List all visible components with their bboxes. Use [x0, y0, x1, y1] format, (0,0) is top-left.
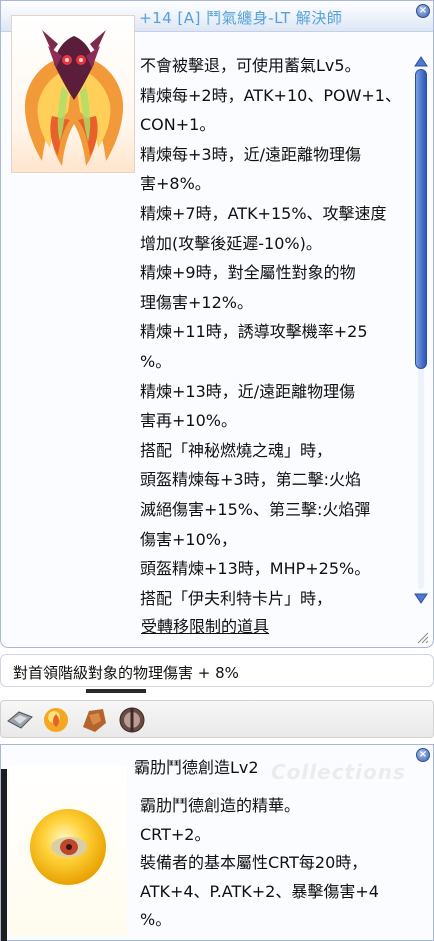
- collections-watermark: Collections: [271, 760, 406, 784]
- description-line: 精煉每+3時，近/遠距離物理傷: [140, 144, 361, 164]
- description-line: ATK+4、P.ATK+2、暴擊傷害+4: [140, 881, 379, 901]
- ore-slot-icon[interactable]: [79, 705, 109, 735]
- description-line: 搭配「伊夫利特卡片」時，: [140, 588, 333, 608]
- card-info-window: × 霸肋鬥德創造Lv2 Collections 霸肋鬥德創造的精華。 CRT+2…: [0, 744, 434, 941]
- description-line: 頭盔精煉每+3時，第二擊:火焰: [140, 470, 361, 490]
- description-line: 精煉+7時，ATK+15%、攻擊速度: [140, 203, 387, 223]
- description-line: %。: [140, 351, 172, 371]
- description-line: 裝備者的基本屬性CRT每20時，: [140, 853, 368, 873]
- description-line: 頭盔精煉+13時，MHP+25%。: [140, 559, 371, 579]
- description-line: CON+1。: [140, 115, 216, 135]
- description-line: 不會被擊退，可使用蓄氣Lv5。: [140, 56, 361, 75]
- item-illustration: [11, 15, 135, 173]
- sphere-slot-icon[interactable]: [117, 705, 147, 735]
- description-line: 精煉+11時，誘導攻擊機率+25: [140, 322, 368, 342]
- description-line: 霸肋鬥德創造的精華。: [140, 796, 301, 815]
- card-slot-bar: [0, 700, 434, 738]
- close-icon[interactable]: ×: [416, 4, 430, 18]
- description-line: 傷害+10%，: [140, 529, 237, 549]
- transfer-restriction-link[interactable]: 受轉移限制的道具: [141, 613, 269, 637]
- description-line: 搭配「神秘燃燒之魂」時，: [140, 440, 333, 460]
- description-line: 害+8%。: [140, 174, 211, 194]
- option-divider: [86, 689, 146, 693]
- fire-orb-slot-icon[interactable]: [41, 705, 71, 735]
- gem-slot-icon[interactable]: [5, 705, 35, 735]
- description-line: CRT+2。: [140, 824, 211, 844]
- description-line: 理傷害+12%。: [140, 292, 253, 312]
- description-line: 害再+10%。: [140, 411, 237, 431]
- description-line: 增加(攻擊後延遲-10%)。: [140, 233, 322, 253]
- card-description: 霸肋鬥德創造的精華。 CRT+2。 裝備者的基本屬性CRT每20時， ATK+4…: [140, 792, 420, 935]
- description-line: 滅絕傷害+15%、第三擊:火焰彈: [140, 499, 371, 519]
- card-window-edge: [1, 769, 7, 941]
- card-name: 霸肋鬥德創造Lv2: [134, 758, 259, 777]
- random-option-text: 對首領階級對象的物理傷害 + 8%: [13, 664, 239, 682]
- description-line: 精煉+13時，近/遠距離物理傷: [140, 381, 356, 401]
- description-scrollbar[interactable]: [413, 53, 429, 607]
- item-info-window: +14 [A] 鬥氣纏身-LT 解決師 × 不會被擊退，可使用蓄氣Lv5。 精煉…: [0, 0, 434, 648]
- resize-grip-icon[interactable]: [415, 629, 429, 644]
- scroll-up-icon[interactable]: [413, 53, 429, 67]
- description-line: %。: [140, 910, 172, 930]
- description-line: 精煉每+2時，ATK+10、POW+1、: [140, 85, 401, 105]
- item-title: +14 [A] 鬥氣纏身-LT 解決師: [139, 9, 343, 27]
- random-option-panel: 對首領階級對象的物理傷害 + 8%: [0, 654, 434, 687]
- scroll-down-icon[interactable]: [413, 591, 429, 605]
- description-line: 精煉+9時，對全屬性對象的物: [140, 263, 356, 283]
- close-icon[interactable]: ×: [416, 748, 430, 762]
- scroll-thumb[interactable]: [415, 69, 427, 369]
- card-illustration: [9, 765, 127, 935]
- item-description: 不會被擊退，可使用蓄氣Lv5。 精煉每+2時，ATK+10、POW+1、 CON…: [140, 51, 412, 613]
